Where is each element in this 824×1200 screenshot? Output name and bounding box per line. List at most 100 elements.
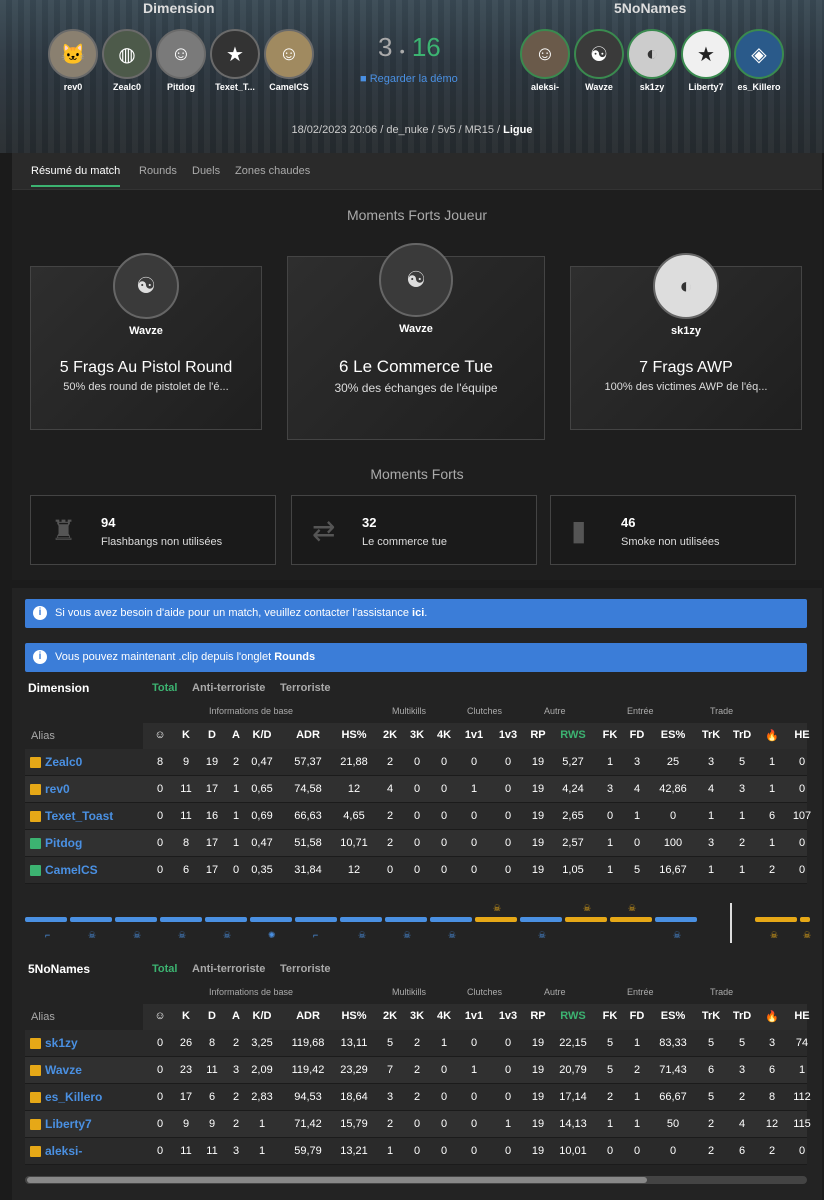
table-row[interactable]: Liberty7 0 9 9 2 1 71,42 15,79 2 0 0 0 1 19 14,13 1 1 50 2… bbox=[25, 1111, 811, 1138]
player-name-link[interactable]: rev0 bbox=[45, 782, 70, 796]
player-avatar[interactable]: ☺ aleksi- bbox=[519, 29, 571, 92]
column-header[interactable]: RWS bbox=[558, 1010, 588, 1022]
rounds-link[interactable]: Rounds bbox=[274, 651, 315, 663]
round-segment[interactable] bbox=[25, 917, 67, 922]
round-segment[interactable] bbox=[430, 917, 472, 922]
round-segment[interactable] bbox=[340, 917, 382, 922]
column-header[interactable]: K/D bbox=[247, 729, 277, 741]
column-header[interactable]: FD bbox=[622, 1010, 652, 1022]
horizontal-scrollbar[interactable] bbox=[25, 1176, 807, 1184]
player-avatar[interactable]: ☯ Wavze bbox=[573, 29, 625, 92]
player-avatar[interactable]: 🐱 rev0 bbox=[47, 29, 99, 92]
tab-heatmaps[interactable]: Zones chaudes bbox=[235, 165, 310, 177]
column-header[interactable]: HS% bbox=[339, 729, 369, 741]
column-header[interactable]: TrD bbox=[727, 1010, 757, 1022]
player-name-link[interactable]: Zealc0 bbox=[45, 755, 82, 769]
subtab-ct[interactable]: Anti-terroriste bbox=[192, 963, 265, 975]
column-header[interactable]: RP bbox=[523, 729, 553, 741]
table-row[interactable]: rev0 0 11 17 1 0,65 74,58 12 4 0 0 1 0 19 4,24 3 4 42,86 4… bbox=[25, 776, 807, 803]
subtab-ct[interactable]: Anti-terroriste bbox=[192, 682, 265, 694]
player-name-link[interactable]: sk1zy bbox=[45, 1036, 78, 1050]
player-avatar[interactable]: ☺ CamelCS bbox=[263, 29, 315, 92]
column-header[interactable]: 2K bbox=[375, 729, 405, 741]
player-avatar[interactable]: ★ Liberty7 bbox=[680, 29, 732, 92]
column-header[interactable]: HE bbox=[787, 1010, 817, 1022]
round-segment[interactable] bbox=[385, 917, 427, 922]
column-header[interactable]: FK bbox=[595, 729, 625, 741]
column-header[interactable]: FK bbox=[595, 1010, 625, 1022]
round-segment[interactable] bbox=[70, 917, 112, 922]
subtab-t[interactable]: Terroriste bbox=[280, 963, 331, 975]
column-header[interactable]: 2K bbox=[375, 1010, 405, 1022]
subtab-total[interactable]: Total bbox=[152, 963, 177, 975]
player-name-link[interactable]: aleksi- bbox=[45, 1144, 82, 1158]
player-name-link[interactable]: es_Killero bbox=[45, 1090, 102, 1104]
player-avatar[interactable]: ◍ Zealc0 bbox=[101, 29, 153, 92]
column-header[interactable]: TrK bbox=[696, 729, 726, 741]
column-header[interactable]: 🔥 bbox=[757, 1010, 787, 1023]
column-header[interactable]: 3K bbox=[402, 1010, 432, 1022]
column-header[interactable]: ES% bbox=[658, 729, 688, 741]
round-segment[interactable] bbox=[115, 917, 157, 922]
column-header[interactable]: 1v1 bbox=[459, 1010, 489, 1022]
player-name-link[interactable]: Pitdog bbox=[45, 836, 82, 850]
tab-duels[interactable]: Duels bbox=[192, 165, 220, 177]
round-segment[interactable] bbox=[475, 917, 517, 922]
table-row[interactable]: Wavze 0 23 11 3 2,09 119,42 23,29 7 2 0 1 0 19 20,79 5 2… bbox=[25, 1057, 807, 1084]
column-header[interactable]: 1v3 bbox=[493, 729, 523, 741]
table-row[interactable]: Texet_Toast 0 11 16 1 0,69 66,63 4,65 2 0 0 0 0 19 2,6… bbox=[25, 803, 811, 830]
column-header[interactable]: 3K bbox=[402, 729, 432, 741]
round-segment[interactable] bbox=[565, 917, 607, 922]
stat-cell: 13,11 bbox=[340, 1037, 368, 1049]
round-segment[interactable] bbox=[610, 917, 652, 922]
support-link[interactable]: ici bbox=[412, 607, 424, 619]
column-header[interactable]: TrK bbox=[696, 1010, 726, 1022]
highlight-card[interactable]: ☯ Wavze 5 Frags Au Pistol Round 50% des … bbox=[30, 253, 262, 430]
tab-rounds[interactable]: Rounds bbox=[139, 165, 177, 177]
player-name-link[interactable]: Wavze bbox=[45, 1063, 82, 1077]
highlight-card[interactable]: ◐ sk1zy 7 Frags AWP 100% des victimes AW… bbox=[570, 253, 802, 430]
round-segment[interactable] bbox=[520, 917, 562, 922]
player-avatar[interactable]: ☺ Pitdog bbox=[155, 29, 207, 92]
player-avatar[interactable]: ◐ sk1zy bbox=[626, 29, 678, 92]
table-row[interactable]: sk1zy 0 26 8 2 3,25 119,68 13,11 5 2 1 0 0 19 22,15 5 1 8… bbox=[25, 1030, 808, 1057]
player-avatar[interactable]: ◈ es_Killero bbox=[733, 29, 785, 92]
column-header[interactable]: ADR bbox=[293, 1010, 323, 1022]
player-name-link[interactable]: Liberty7 bbox=[45, 1117, 92, 1131]
column-header[interactable]: TrD bbox=[727, 729, 757, 741]
highlight-card[interactable]: ☯ Wavze 6 Le Commerce Tue 30% des échang… bbox=[287, 243, 545, 440]
round-segment[interactable] bbox=[250, 917, 292, 922]
table-row[interactable]: Zealc0 8 9 19 2 0,47 57,37 21,88 2 0 0 0 0 19 5,27 1 3 25… bbox=[25, 749, 807, 776]
column-header[interactable]: RWS bbox=[558, 729, 588, 741]
column-header[interactable]: HE bbox=[787, 729, 817, 741]
subtab-total[interactable]: Total bbox=[152, 682, 177, 694]
round-segment[interactable] bbox=[205, 917, 247, 922]
column-header[interactable]: RP bbox=[523, 1010, 553, 1022]
column-header[interactable]: 🔥 bbox=[757, 729, 787, 742]
round-segment[interactable] bbox=[755, 917, 797, 922]
player-name-link[interactable]: Texet_Toast bbox=[45, 809, 113, 823]
table-row[interactable]: Pitdog 0 8 17 1 0,47 51,58 10,71 2 0 0 0 0 19 2,57 1 0 10… bbox=[25, 830, 807, 857]
round-segment[interactable] bbox=[295, 917, 337, 922]
player-name-link[interactable]: CamelCS bbox=[45, 863, 98, 877]
column-header[interactable]: FD bbox=[622, 729, 652, 741]
column-header[interactable]: ES% bbox=[658, 1010, 688, 1022]
player-avatar[interactable]: ★ Texet_T... bbox=[209, 29, 261, 92]
column-header[interactable]: 1v1 bbox=[459, 729, 489, 741]
round-segment[interactable] bbox=[655, 917, 697, 922]
column-header[interactable]: 4K bbox=[429, 729, 459, 741]
table-row[interactable]: es_Killero 0 17 6 2 2,83 94,53 18,64 3 2 0 0 0 19 17,1… bbox=[25, 1084, 811, 1111]
column-header[interactable]: 1v3 bbox=[493, 1010, 523, 1022]
round-segment[interactable] bbox=[800, 917, 810, 922]
table-row[interactable]: aleksi- 0 11 11 3 1 59,79 13,21 1 0 0 0 0 19 10,01 0 0 0 2… bbox=[25, 1138, 807, 1165]
column-header[interactable]: ADR bbox=[293, 729, 323, 741]
watch-demo-link[interactable]: ■ Regarder la démo bbox=[360, 73, 458, 85]
column-header[interactable]: K/D bbox=[247, 1010, 277, 1022]
subtab-t[interactable]: Terroriste bbox=[280, 682, 331, 694]
table-row[interactable]: CamelCS 0 6 17 0 0,35 31,84 12 0 0 0 0 0 19 1,05 1 5 16,6… bbox=[25, 857, 807, 884]
column-header[interactable]: HS% bbox=[339, 1010, 369, 1022]
tab-summary[interactable]: Résumé du match bbox=[31, 165, 121, 187]
column-header[interactable]: 4K bbox=[429, 1010, 459, 1022]
round-segment[interactable] bbox=[160, 917, 202, 922]
scrollbar-thumb[interactable] bbox=[27, 1177, 647, 1183]
